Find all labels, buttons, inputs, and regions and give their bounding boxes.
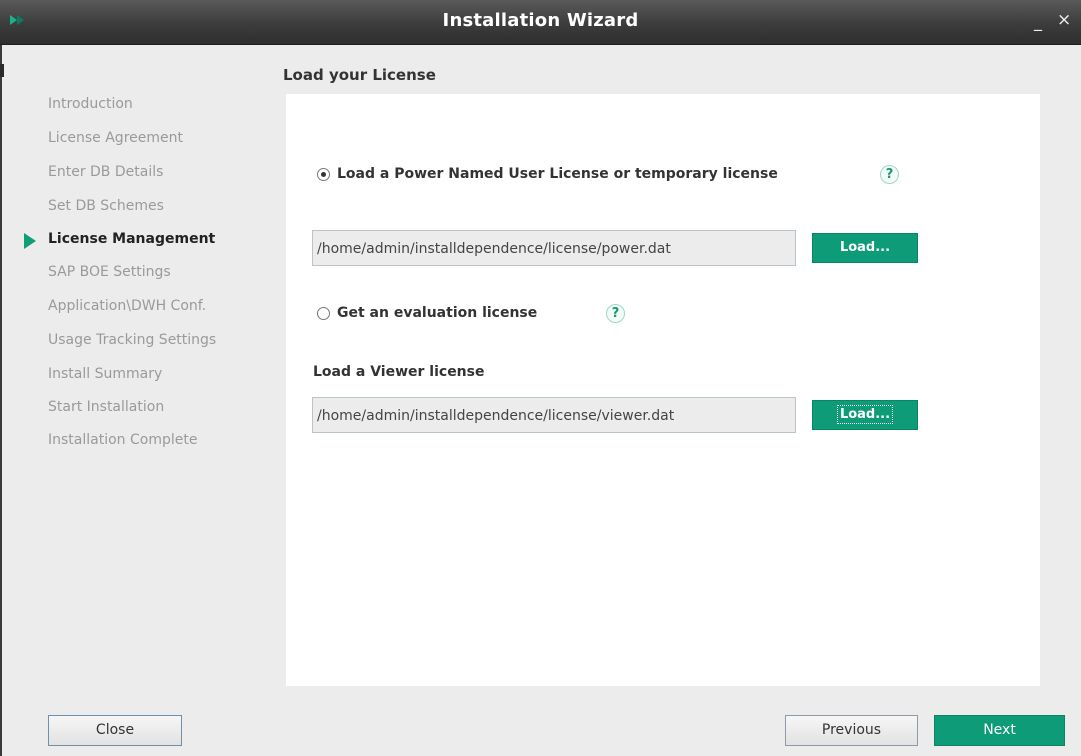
step-start-installation: Start Installation [48, 399, 165, 415]
window-title: Installation Wizard [442, 10, 639, 31]
load-power-license-button[interactable]: Load... [812, 233, 918, 263]
viewer-license-path-field[interactable]: /home/admin/installdependence/license/vi… [312, 397, 796, 433]
step-installation-complete: Installation Complete [48, 432, 198, 448]
window-titlebar: Installation Wizard _ × [0, 0, 1081, 45]
step-set-db-schemes: Set DB Schemes [48, 198, 164, 214]
evaluation-license-radio[interactable] [317, 306, 330, 320]
load-button-label: Load... [839, 240, 891, 255]
step-application-dwh-conf: Application\DWH Conf. [48, 298, 207, 314]
window-close-button[interactable]: × [1057, 12, 1071, 29]
current-step-arrow-icon [24, 233, 36, 249]
load-viewer-license-button[interactable]: Load... [812, 400, 918, 430]
step-enter-db-details: Enter DB Details [48, 164, 164, 180]
evaluation-license-label: Get an evaluation license [337, 305, 538, 321]
power-license-path-field[interactable]: /home/admin/installdependence/license/po… [312, 230, 796, 266]
step-usage-tracking-settings: Usage Tracking Settings [48, 332, 217, 348]
power-license-radio[interactable] [317, 167, 330, 181]
minimize-button[interactable]: _ [1034, 14, 1042, 30]
next-button[interactable]: Next [934, 715, 1065, 746]
power-license-help-icon[interactable]: ? [880, 165, 899, 184]
evaluation-license-option[interactable]: Get an evaluation license [317, 305, 537, 321]
page-title: Load your License [283, 66, 436, 84]
close-button[interactable]: Close [48, 715, 182, 746]
evaluation-license-help-icon[interactable]: ? [606, 304, 625, 323]
power-license-option[interactable]: Load a Power Named User License or tempo… [317, 166, 778, 182]
power-license-label: Load a Power Named User License or tempo… [337, 166, 778, 182]
step-sap-boe-settings: SAP BOE Settings [48, 264, 171, 280]
step-introduction: Introduction [48, 96, 133, 112]
step-install-summary: Install Summary [48, 366, 163, 382]
load-button-label: Load... [836, 405, 894, 424]
license-panel [286, 94, 1040, 686]
window-frame-mark [0, 64, 4, 77]
step-license-agreement: License Agreement [48, 130, 183, 146]
previous-button[interactable]: Previous [785, 715, 918, 746]
window-frame-left [0, 45, 2, 756]
viewer-license-heading: Load a Viewer license [313, 364, 485, 380]
step-license-management: License Management [48, 231, 216, 247]
